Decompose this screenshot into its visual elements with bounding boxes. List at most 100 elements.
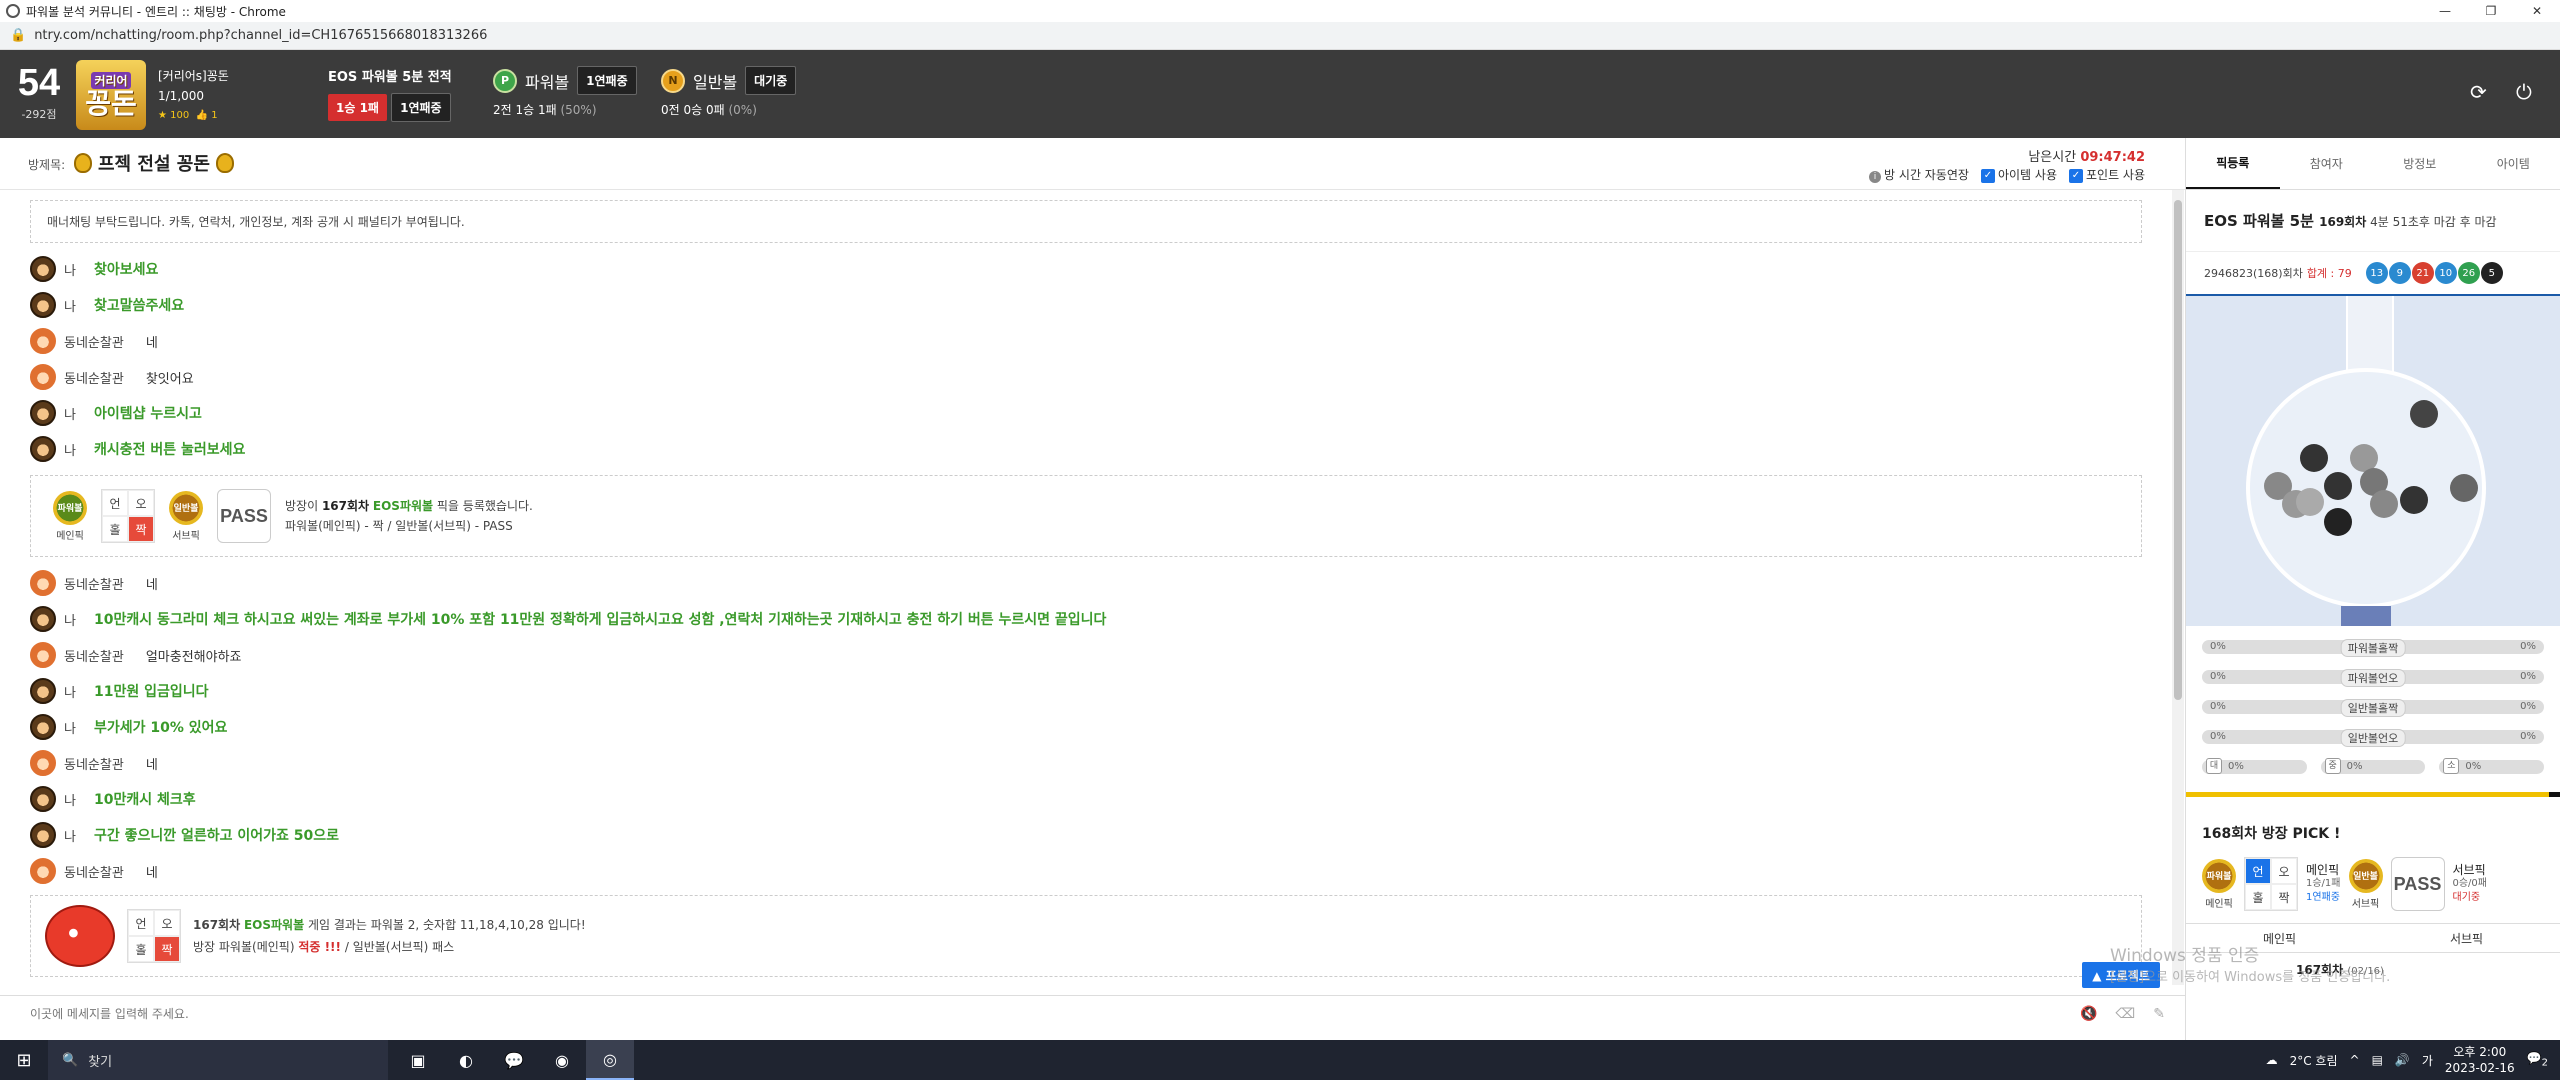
edge-icon[interactable]: ◐ — [442, 1040, 490, 1080]
address-bar[interactable]: 🔒 ntry.com/nchatting/room.php?channel_id… — [0, 22, 2560, 50]
game-title-text: EOS 파워볼 5분 — [2204, 212, 2314, 230]
user-avatar-icon[interactable] — [30, 400, 56, 426]
like-count: 👍 1 — [195, 110, 218, 121]
room-logo: 커리어 꽁돈 — [76, 60, 146, 130]
host-pick-title: 168회차 방장 PICK ! — [2202, 826, 2341, 842]
message-author[interactable]: 동네순찰관 — [64, 368, 124, 387]
ime-icon[interactable]: 가 — [2422, 1052, 2433, 1069]
volume-icon[interactable]: 🔊 — [2395, 1053, 2410, 1067]
user-avatar-icon[interactable] — [30, 750, 56, 776]
pick-rate-bars: 0% 파워볼홀짝 0% 0% 파워볼언오 0% 0% 일반볼홀짝 0% 0% 일반볼언오 0% — [2186, 626, 2560, 747]
message-author[interactable]: 동네순찰관 — [64, 754, 124, 773]
task-view-icon[interactable]: ▣ — [394, 1040, 442, 1080]
machine-ball — [2370, 490, 2398, 518]
size-rate-bar: 소 0% — [2439, 758, 2545, 774]
user-avatar-icon[interactable] — [30, 606, 56, 632]
weather-text[interactable]: 2°C 흐림 — [2290, 1052, 2338, 1069]
item-use-checkbox[interactable]: ✓ 아이템 사용 — [1980, 166, 2057, 183]
host-sub-stats: 서브픽 0승/0패 대기중 — [2453, 863, 2488, 905]
network-icon[interactable]: ▤ — [2372, 1053, 2383, 1067]
user-avatar-icon[interactable] — [30, 858, 56, 884]
powerball-icon: 파워볼 — [2202, 858, 2236, 893]
chat-input[interactable]: 이곳에 메세지를 입력해 주세요. 🔇 ⌫ ✎ — [0, 995, 2185, 1031]
message-author[interactable]: 나 — [64, 718, 76, 737]
host-main-streak: 1연패중 — [2306, 892, 2340, 903]
pick-rate-bar: 0% 일반볼홀짝 0% — [2202, 699, 2544, 717]
chat-notice: 매너채팅 부탁드립니다. 카톡, 연락처, 개인정보, 계좌 공개 시 패널티가… — [30, 200, 2142, 243]
message-author[interactable]: 나 — [64, 260, 76, 279]
power-icon[interactable]: ⏻ — [2516, 80, 2532, 104]
message-author[interactable]: 나 — [64, 682, 76, 701]
user-avatar-icon[interactable] — [30, 822, 56, 848]
tab-pick-register[interactable]: 픽등록 — [2186, 138, 2280, 189]
auto-extend-option[interactable]: i방 시간 자동연장 — [1869, 166, 1969, 183]
tab-sub-pick[interactable]: 서브픽 — [2373, 924, 2560, 952]
user-avatar-icon[interactable] — [30, 678, 56, 704]
user-avatar-icon[interactable] — [30, 328, 56, 354]
eraser-icon[interactable]: ⌫ — [2115, 1006, 2135, 1022]
size-rate-bars: 대 0% 중 0% 소 0% — [2186, 758, 2560, 774]
message-author[interactable]: 나 — [64, 790, 76, 809]
tab-participants[interactable]: 참여자 — [2280, 138, 2374, 189]
message-text: 찾고말씀주세요 — [93, 298, 185, 314]
message-author[interactable]: 나 — [64, 296, 76, 315]
minimize-button[interactable]: — — [2422, 0, 2468, 22]
taskbar-search-text: 찾기 — [88, 1054, 113, 1070]
chat-scrollbar-thumb[interactable] — [2174, 200, 2182, 700]
message-author[interactable]: 나 — [64, 826, 76, 845]
message-author[interactable]: 나 — [64, 440, 76, 459]
result-over: 오 — [154, 910, 180, 936]
user-avatar-icon[interactable] — [30, 436, 56, 462]
normalball-stats: N 일반볼 대기중 0전 0승 0패 (0%) — [661, 66, 797, 118]
tab-items[interactable]: 아이템 — [2467, 138, 2560, 189]
user-avatar-icon[interactable] — [30, 364, 56, 390]
kakaotalk-icon[interactable]: 💬 — [490, 1040, 538, 1080]
rate-right: 0% — [2520, 641, 2536, 652]
message-author[interactable]: 나 — [64, 404, 76, 423]
user-name[interactable]: [커리어s]꽁돈 — [158, 66, 229, 86]
url-text[interactable]: ntry.com/nchatting/room.php?channel_id=C… — [34, 28, 487, 43]
rate-left: 0% — [2210, 701, 2226, 712]
chrome-taskbar-icon[interactable]: ◎ — [586, 1040, 634, 1080]
host-sub-title: 서브픽 — [2452, 863, 2486, 877]
magic-wand-icon[interactable]: ✎ — [2153, 1006, 2165, 1022]
windows-start-icon[interactable]: ⊞ — [0, 1040, 48, 1080]
message-author[interactable]: 동네순찰관 — [64, 332, 124, 351]
rate-label: 파워볼언오 — [2340, 669, 2406, 687]
chat-input-placeholder[interactable]: 이곳에 메세지를 입력해 주세요. — [30, 1005, 189, 1022]
refresh-icon[interactable]: ⟳ — [2470, 80, 2487, 104]
user-avatar-icon[interactable] — [30, 714, 56, 740]
message-text: 아이템샵 누르시고 — [93, 406, 202, 422]
clock[interactable]: 오후 2:00 2023-02-16 — [2445, 1044, 2515, 1076]
normalball-icon: 일반볼 — [2348, 858, 2383, 893]
user-avatar-icon[interactable] — [30, 570, 56, 596]
user-avatar-icon[interactable] — [30, 292, 56, 318]
taskbar-search[interactable]: 🔍 찾기 — [48, 1040, 388, 1080]
notification-icon[interactable]: 💬2 — [2527, 1051, 2548, 1068]
user-avatar-icon[interactable] — [30, 642, 56, 668]
red-app-icon[interactable]: ◉ — [538, 1040, 586, 1080]
host-sub-wait: 대기중 — [2452, 892, 2481, 903]
point-use-checkbox[interactable]: ✓ 포인트 사용 — [2068, 166, 2145, 183]
size-icon: 중 — [2324, 758, 2341, 774]
browser-titlebar: 파워볼 분석 커뮤니티 - 엔트리 :: 채팅방 - Chrome — ❐ ✕ — [0, 0, 2560, 22]
user-avatar-icon[interactable] — [30, 256, 56, 282]
message-author[interactable]: 동네순찰관 — [64, 862, 124, 881]
machine-bowl — [2246, 368, 2486, 608]
user-avatar-icon[interactable] — [30, 786, 56, 812]
message-author[interactable]: 동네순찰관 — [64, 574, 124, 593]
message-author[interactable]: 동네순찰관 — [64, 646, 124, 665]
chat-scrollbar[interactable] — [2172, 190, 2184, 985]
weather-icon[interactable]: ☁ — [2266, 1053, 2278, 1067]
mute-icon[interactable]: 🔇 — [2080, 1006, 2097, 1022]
size-icon: 소 — [2443, 758, 2460, 774]
host-main-pick-label: 메인픽 — [2205, 898, 2233, 910]
tray-chevron-icon[interactable]: ^ — [2350, 1053, 2360, 1067]
tab-room-info[interactable]: 방정보 — [2373, 138, 2467, 189]
maximize-button[interactable]: ❐ — [2468, 0, 2514, 22]
item-use-label: 아이템 사용 — [1997, 168, 2057, 182]
message-author[interactable]: 나 — [64, 610, 76, 629]
result-odd: 홀 — [128, 936, 154, 962]
chat-message: 나 찾아보세요 — [30, 251, 2142, 287]
close-button[interactable]: ✕ — [2514, 0, 2560, 22]
